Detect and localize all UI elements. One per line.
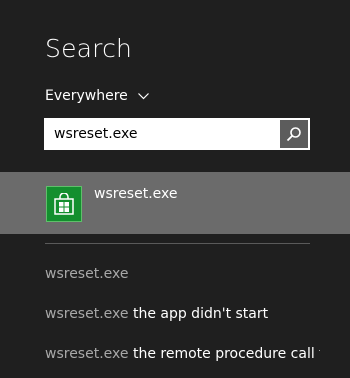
- suggestion-rest: the app didn't start: [128, 306, 269, 322]
- search-scope-dropdown[interactable]: Everywhere: [45, 86, 149, 106]
- search-box: [44, 118, 310, 150]
- search-result-item[interactable]: wsreset.exe: [0, 172, 350, 234]
- search-input[interactable]: [45, 119, 277, 149]
- search-charm-pane: Search Everywhere wsreset.exe wsreset.ex…: [0, 0, 350, 378]
- search-button[interactable]: [280, 120, 308, 148]
- search-pane-title: Search: [45, 34, 133, 63]
- search-scope-label: Everywhere: [45, 88, 128, 104]
- suggestion-match: wsreset.exe: [45, 346, 129, 362]
- store-icon: [54, 193, 74, 215]
- suggestion-rest: the remote procedure call fa...: [132, 346, 320, 362]
- result-name: wsreset.exe: [94, 186, 178, 202]
- results-divider: [45, 243, 310, 244]
- chevron-down-icon: [137, 92, 149, 99]
- search-suggestion[interactable]: wsreset.exe the app didn't start: [45, 306, 320, 322]
- suggestion-match: wsreset.exe: [45, 266, 129, 282]
- search-icon: [286, 127, 301, 142]
- search-suggestion[interactable]: wsreset.exe: [45, 266, 320, 282]
- search-suggestion[interactable]: wsreset.exe the remote procedure call fa…: [45, 346, 320, 362]
- result-tile: [46, 186, 82, 222]
- suggestion-match: wsreset.exe: [45, 306, 129, 322]
